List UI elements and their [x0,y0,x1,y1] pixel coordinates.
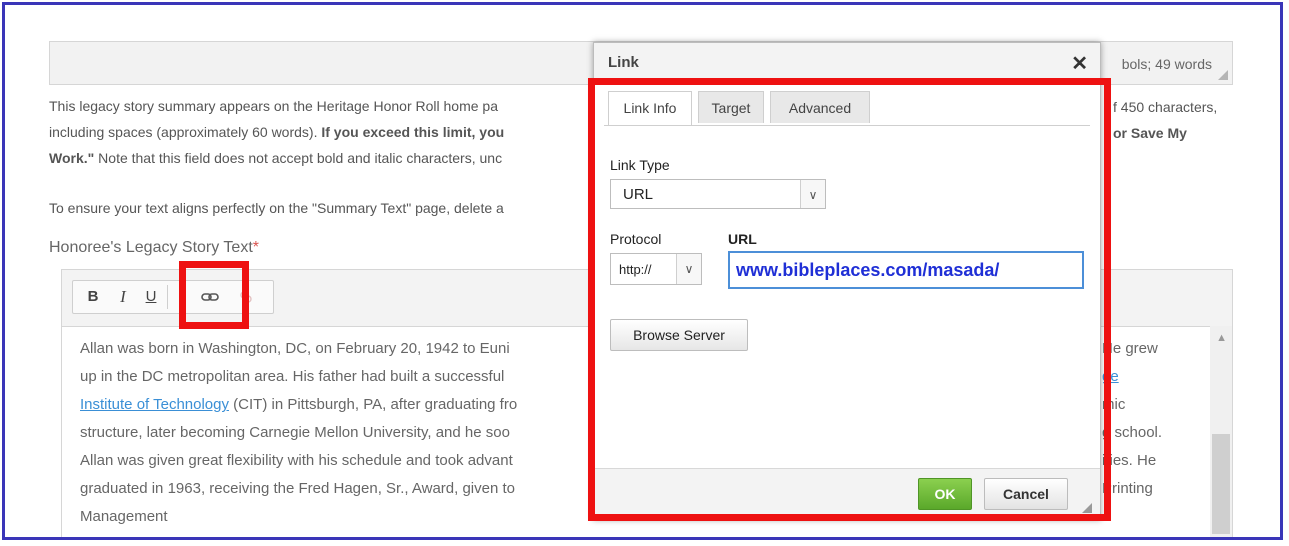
editor-scrollbar[interactable]: ▲ [1210,326,1232,537]
story-link-cit[interactable]: Institute of Technology [80,396,229,413]
bold-button[interactable]: B [79,281,107,313]
summary-instructions-text: including spaces (approximately 60 words… [49,124,318,140]
story-line-1: Allan was born in Washington, DC, on Feb… [80,340,510,357]
toolbar-divider [167,285,168,309]
story-line-3-text: (CIT) in Pittsburgh, PA, after graduatin… [233,396,518,413]
word-count: bols; 49 words [1121,56,1212,72]
limit-warning: If you exceed this limit, you [321,124,505,140]
italic-button[interactable]: I [109,281,137,313]
highlight-dialog [588,78,1111,521]
story-line-3: Institute of Technology (CIT) in Pittsbu… [80,396,517,413]
highlight-link-button [179,261,249,329]
story-line-2: up in the DC metropolitan area. His fath… [80,368,505,385]
section-label: Honoree's Legacy Story Text* [49,239,259,257]
summary-instructions-line-1: This legacy story summary appears on the… [49,98,498,114]
work-quote: Work." [49,150,95,166]
underline-button[interactable]: U [137,281,165,313]
story-line-4: structure, later becoming Carnegie Mello… [80,424,510,441]
story-line-5: Allan was given great flexibility with h… [80,452,513,469]
close-icon[interactable]: ✕ [1071,51,1088,76]
section-label-text: Honoree's Legacy Story Text [49,239,253,256]
required-mark: * [252,239,259,256]
screenshot-frame: bols; 49 words This legacy story summary… [2,2,1283,540]
scroll-thumb[interactable] [1212,434,1230,534]
scroll-up-icon[interactable]: ▲ [1216,332,1227,344]
save-my-fragment: or Save My [1113,125,1187,141]
summary-instructions-line-2: including spaces (approximately 60 words… [49,119,504,145]
char-limit-fragment: f 450 characters, [1113,99,1218,115]
dialog-title: Link [608,54,639,71]
alignment-note: To ensure your text aligns perfectly on … [49,200,504,216]
story-line-7: Management [80,508,168,525]
story-line-6: graduated in 1963, receiving the Fred Ha… [80,480,515,497]
format-note: Note that this field does not accept bol… [98,150,503,166]
story-right-4: g school. [1102,424,1163,441]
summary-instructions-line-3: Work." Note that this field does not acc… [49,145,502,171]
resize-grip-icon[interactable] [1218,70,1228,80]
